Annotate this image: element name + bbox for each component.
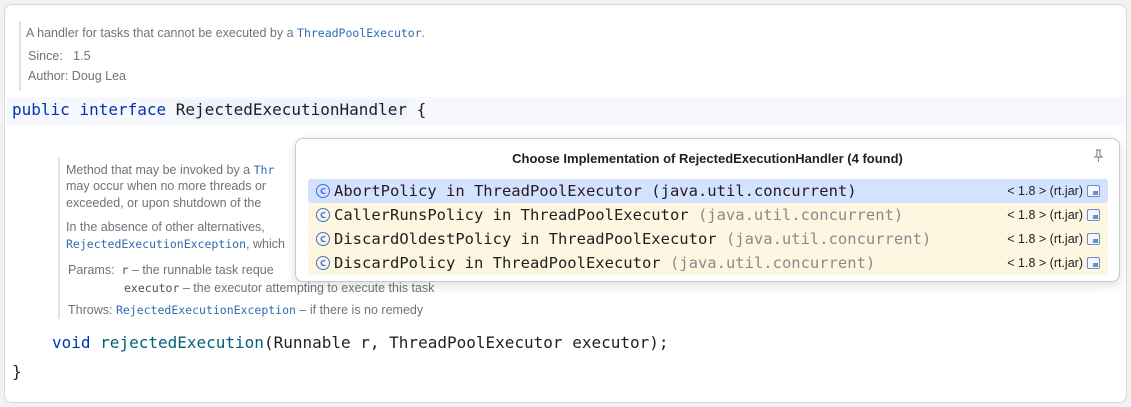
- interface-name[interactable]: RejectedExecutionHandler: [175, 100, 407, 119]
- implementation-item-abortpolicy[interactable]: C AbortPolicy in ThreadPoolExecutor (jav…: [308, 179, 1108, 203]
- pin-icon-svg: [1093, 149, 1104, 162]
- jar-icon: [1087, 185, 1100, 197]
- method-doc-throws: Throws: RejectedExecutionException – if …: [68, 303, 424, 317]
- interface-declaration[interactable]: public interface RejectedExecutionHandle…: [12, 100, 426, 119]
- method-doc-line4: In the absence of other alternatives,: [66, 220, 265, 234]
- method-name[interactable]: rejectedExecution: [100, 333, 264, 352]
- implementation-item-callerrunspolicy[interactable]: C CallerRunsPolicy in ThreadPoolExecutor…: [308, 203, 1108, 227]
- class-icon: C: [316, 256, 330, 270]
- closing-brace: }: [12, 362, 22, 381]
- method-doc-param-executor: executor – the executor attempting to ex…: [124, 281, 435, 295]
- class-icon: C: [316, 184, 330, 198]
- jar-icon: [1087, 233, 1100, 245]
- method-doc-line1: Method that may be invoked by a Thr: [66, 163, 275, 177]
- class-doc-bar: [19, 21, 21, 91]
- rejectedexecutionexception-link[interactable]: RejectedExecutionException: [66, 237, 246, 251]
- implementation-item-discardpolicy[interactable]: C DiscardPolicy in ThreadPoolExecutor (j…: [308, 251, 1108, 275]
- popup-title: Choose Implementation of RejectedExecuti…: [512, 151, 903, 166]
- implementation-item-discardoldestpolicy[interactable]: C DiscardOldestPolicy in ThreadPoolExecu…: [308, 227, 1108, 251]
- threadpoolexecutor-link[interactable]: ThreadPoolExecutor: [297, 26, 422, 40]
- throws-exception-link[interactable]: RejectedExecutionException: [116, 303, 296, 317]
- choose-implementation-popup[interactable]: Choose Implementation of RejectedExecuti…: [295, 138, 1120, 282]
- jar-icon: [1087, 209, 1100, 221]
- class-doc-description: A handler for tasks that cannot be execu…: [26, 26, 426, 40]
- item-location: < 1.8 > (rt.jar): [1007, 251, 1100, 275]
- item-location: < 1.8 > (rt.jar): [1007, 227, 1100, 251]
- item-location: < 1.8 > (rt.jar): [1007, 179, 1100, 203]
- method-doc-bar: [58, 157, 60, 319]
- class-icon: C: [316, 232, 330, 246]
- method-declaration[interactable]: void rejectedExecution(Runnable r, Threa…: [52, 333, 669, 352]
- item-location: < 1.8 > (rt.jar): [1007, 203, 1100, 227]
- class-doc-author: Author: Doug Lea: [28, 69, 127, 83]
- jar-icon: [1087, 257, 1100, 269]
- method-doc-params: Params: r – the runnable task reque: [68, 263, 274, 277]
- class-icon: C: [316, 208, 330, 222]
- method-doc-line5: RejectedExecutionException, which: [66, 237, 285, 251]
- method-doc-line3: exceeded, or upon shutdown of the: [66, 196, 262, 210]
- method-doc-line2: may occur when no more threads or: [66, 179, 267, 193]
- class-doc-since: Since: 1.5: [28, 49, 91, 63]
- pin-icon[interactable]: [1092, 149, 1105, 167]
